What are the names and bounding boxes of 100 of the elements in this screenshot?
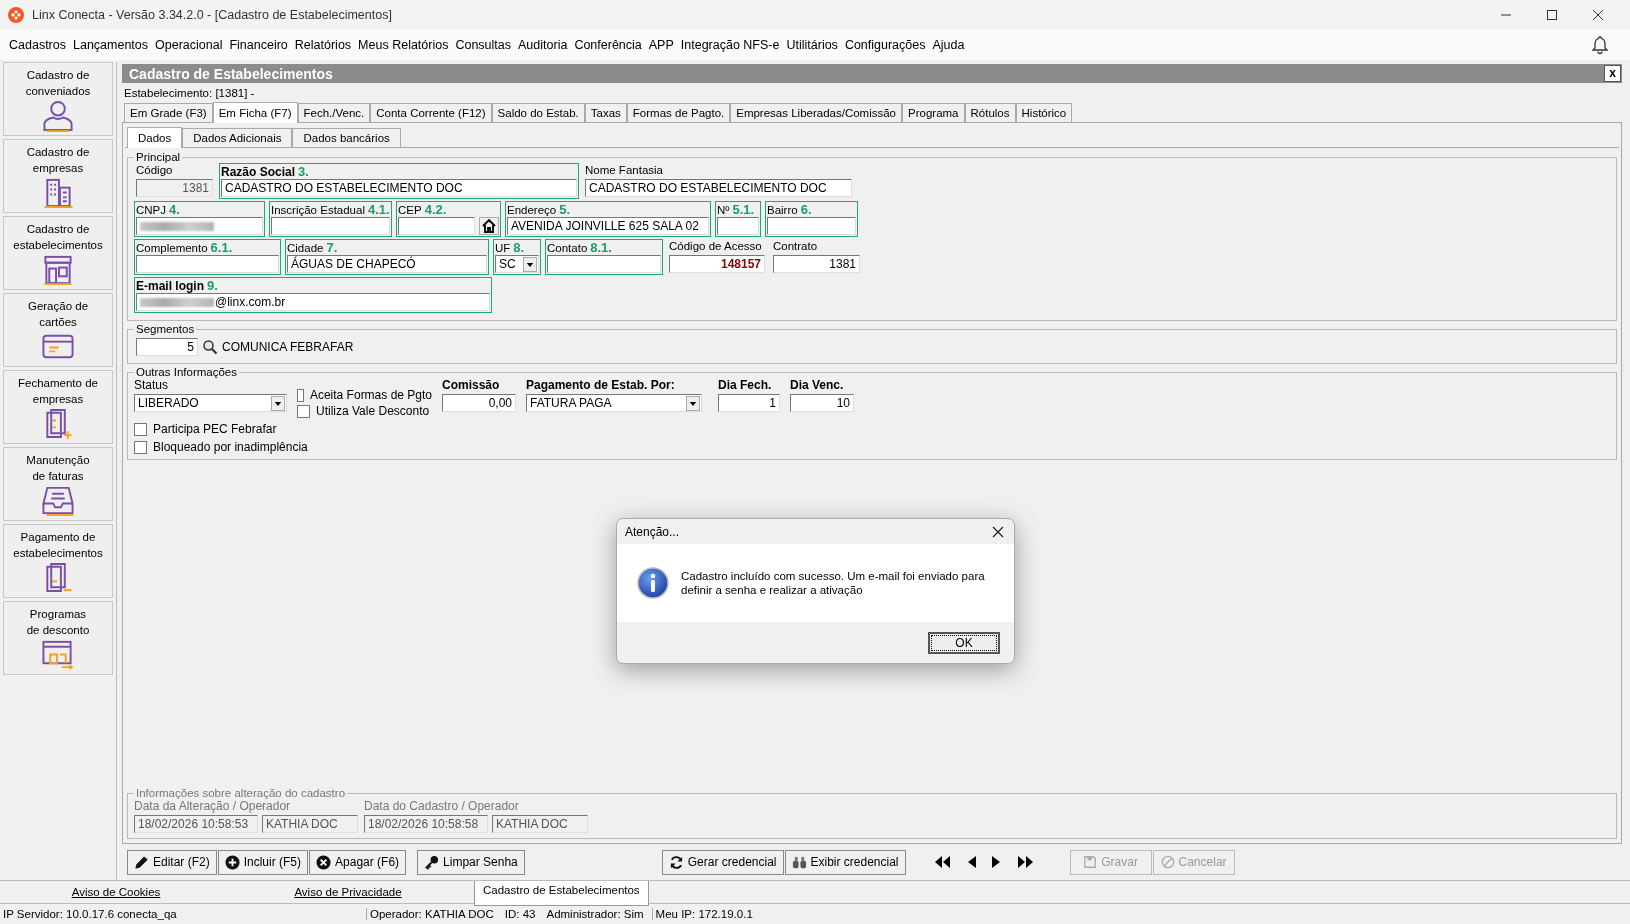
menu-item[interactable]: Configurações [841, 38, 930, 52]
date-field: 18/02/2026 10:58:53 [134, 815, 258, 833]
number-field[interactable]: 1 [718, 394, 780, 412]
dropdown-field[interactable]: FATURA PAGA [526, 394, 702, 412]
text-field[interactable] [136, 255, 279, 273]
text-field[interactable] [547, 255, 661, 273]
number-field[interactable]: 1381 [773, 255, 860, 273]
last-record-icon[interactable] [1016, 854, 1035, 870]
add-button[interactable]: Incluir (F5) [217, 849, 309, 875]
tab[interactable]: Programa [902, 103, 965, 122]
tab[interactable]: Empresas Liberadas/Comissão [730, 103, 902, 122]
sidebar-item[interactable]: Cadastro de estabelecimentos [3, 216, 113, 290]
dropdown-field[interactable]: SC [495, 255, 539, 273]
pencil-icon [134, 854, 149, 870]
address-lookup-button[interactable] [479, 217, 499, 235]
checkbox[interactable] [297, 388, 304, 402]
field-label: Data do Cadastro / Operador [364, 799, 520, 813]
menu-item[interactable]: Consultas [452, 38, 516, 52]
tab[interactable]: Dados bancários [292, 128, 401, 147]
menu-item[interactable]: Relatórios [291, 38, 356, 52]
generate-credential-button[interactable]: Gerar credencial [661, 849, 784, 875]
menu-item[interactable]: Operacional [152, 38, 227, 52]
group-title: Segmentos [135, 323, 196, 335]
checkbox-label: Bloqueado por inadimplência [153, 440, 308, 454]
maximize-icon[interactable] [1546, 9, 1558, 21]
search-icon[interactable] [202, 339, 218, 355]
sidebar-item[interactable]: Pagamento de estabelecimentos [3, 524, 113, 598]
code-field[interactable]: 148157 [669, 255, 765, 273]
text-field[interactable] [398, 217, 475, 235]
clear-password-button[interactable]: Limpar Senha [417, 849, 525, 875]
record-label: Estabelecimento: [1381] - [124, 87, 256, 99]
close-icon[interactable] [992, 525, 1004, 538]
close-icon[interactable] [1592, 9, 1604, 21]
tab[interactable]: Dados [127, 127, 183, 148]
text-field[interactable] [717, 217, 759, 235]
text-field[interactable] [767, 217, 856, 235]
caret-icon [523, 256, 537, 272]
menu-item[interactable]: Conferência [571, 38, 646, 52]
text-field[interactable]: CADASTRO DO ESTABELECIMENTO DOC [221, 179, 577, 197]
tab[interactable]: Em Ficha (F7) [212, 102, 298, 123]
tab[interactable]: Conta Corrente (F12) [370, 103, 492, 122]
plus-circle-icon [224, 854, 240, 870]
menu-item[interactable]: Financeiro [226, 38, 292, 52]
text-field[interactable]: AVENIDA JOINVILLE 625 SALA 02 [507, 217, 709, 235]
annotation-number: 5.1. [732, 202, 755, 217]
menu-item[interactable]: Integração NFS-e [677, 38, 784, 52]
tab[interactable]: Formas de Pagto. [626, 103, 731, 122]
tab[interactable]: Cadastro de Estabelecimentos [474, 881, 649, 906]
checkbox[interactable] [134, 422, 147, 436]
field-label: Cidade [287, 242, 324, 254]
text-field[interactable]: CADASTRO DO ESTABELECIMENTO DOC [585, 179, 852, 197]
menu-item[interactable]: Auditoria [515, 38, 572, 52]
status-text: ID: 43 [503, 908, 537, 920]
menu-item[interactable]: Lançamentos [70, 38, 153, 52]
checkbox[interactable] [297, 404, 310, 418]
text-field[interactable] [271, 217, 390, 235]
tab[interactable]: Fech./Venc. [297, 103, 371, 122]
dropdown-field[interactable]: LIBERADO [134, 394, 287, 412]
sidebar-item[interactable]: Cadastro de empresas [3, 139, 113, 213]
tab[interactable]: Rótulos [964, 103, 1016, 122]
sidebar-item[interactable]: Geração de cartões [3, 293, 113, 367]
annotation-number: 5. [559, 202, 571, 217]
sidebar-item[interactable]: Fechamento de empresas [3, 370, 113, 444]
edit-button[interactable]: Editar (F2) [127, 849, 217, 875]
link[interactable]: Aviso de Cookies [0, 886, 232, 898]
tab[interactable]: Taxas [584, 103, 627, 122]
field-label: Nº [717, 204, 730, 216]
text-field[interactable] [136, 217, 263, 235]
show-credential-button[interactable]: Exibir credencial [784, 849, 906, 875]
number-field[interactable]: 5 [136, 338, 198, 356]
tab[interactable]: Em Grade (F3) [124, 103, 213, 122]
tab[interactable]: Histórico [1015, 103, 1073, 122]
bell-icon[interactable] [1590, 35, 1610, 55]
number-field[interactable]: 10 [790, 394, 854, 412]
app-logo-icon [8, 7, 24, 23]
checkbox[interactable] [134, 440, 147, 454]
text-field[interactable]: ÁGUAS DE CHAPECÓ [287, 255, 487, 273]
text-field[interactable]: @linx.com.br [136, 293, 490, 311]
menu-item[interactable]: Cadastros [6, 38, 70, 52]
tab[interactable]: Dados Adicionais [182, 128, 293, 147]
tab[interactable]: Saldo do Estab. [491, 103, 585, 122]
close-button[interactable]: x [1604, 65, 1621, 82]
menu-item[interactable]: Ajuda [929, 38, 969, 52]
ok-button[interactable]: OK [928, 631, 1000, 654]
floppy-icon [1083, 855, 1098, 869]
caret-icon [271, 395, 285, 411]
menu-item[interactable]: Utilitários [783, 38, 842, 52]
annotation-number: 8.1. [590, 240, 612, 255]
number-field[interactable]: 0,00 [442, 394, 516, 412]
menu-item[interactable]: Meus Relatórios [355, 38, 453, 52]
sidebar-item[interactable]: Cadastro de conveniados [3, 62, 113, 136]
sidebar-item[interactable]: Programas de desconto [3, 601, 113, 675]
link[interactable]: Aviso de Privacidade [232, 886, 464, 898]
menu-item[interactable]: APP [645, 38, 678, 52]
field-label: Complemento [136, 242, 208, 254]
annotation-number: 6.1. [210, 240, 233, 255]
delete-button[interactable]: Apagar (F6) [309, 849, 407, 875]
sidebar-item[interactable]: Manutenção de faturas [3, 447, 113, 521]
number-field[interactable]: 1381 [136, 179, 213, 197]
panel-title: Cadastro de Estabelecimentos [129, 65, 333, 82]
